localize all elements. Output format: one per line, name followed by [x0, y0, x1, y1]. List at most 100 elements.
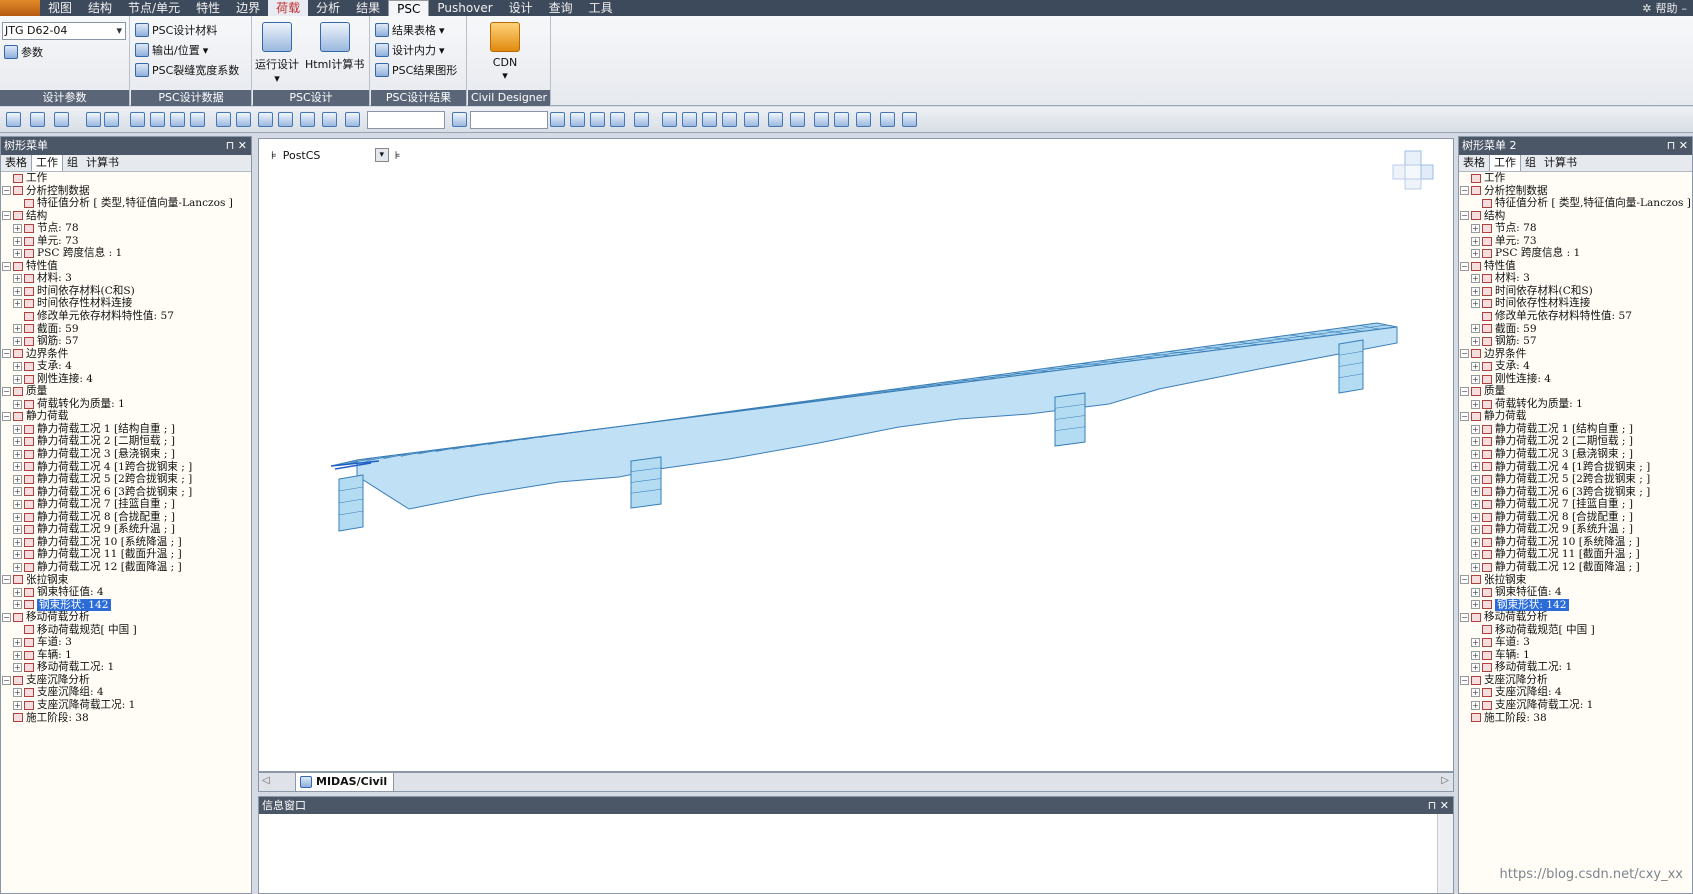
expand-toggle-icon[interactable]: − — [2, 261, 11, 271]
tree-item[interactable]: + 钢筋: 57 — [2, 335, 251, 348]
tree-item[interactable]: 工作 — [2, 172, 251, 185]
psc-material-button[interactable]: PSC设计材料 — [135, 21, 217, 39]
tree-item[interactable]: + 静力荷载工况 7 [挂篮自重 ; ] — [1460, 498, 1692, 511]
tree-item[interactable]: 修改单元依存材料特性值: 57 — [2, 310, 251, 323]
tree-item[interactable]: − 质量 — [1460, 385, 1692, 398]
tree-item[interactable]: + 静力荷载工况 2 [二期恒载 ; ] — [1460, 435, 1692, 448]
panel-tab[interactable]: 表格 — [1459, 155, 1489, 171]
tree-item[interactable]: + 移动荷载工况: 1 — [1460, 661, 1692, 674]
tree-item[interactable]: + 静力荷载工况 7 [挂篮自重 ; ] — [2, 498, 251, 511]
toolbar-select-2[interactable] — [470, 111, 548, 129]
toolbar-button-icon[interactable] — [662, 112, 677, 127]
tree-item[interactable]: + 刚性连接: 4 — [1460, 373, 1692, 386]
expand-toggle-icon[interactable]: + — [1471, 600, 1480, 610]
expand-toggle-icon[interactable]: + — [13, 449, 22, 459]
code-select[interactable]: JTG D62-04 — [2, 22, 126, 40]
toolbar-button-icon[interactable] — [54, 112, 69, 127]
expand-toggle-icon[interactable]: + — [1471, 236, 1480, 246]
tree-item[interactable]: + 钢筋: 57 — [1460, 335, 1692, 348]
tree-item[interactable]: − 特性值 — [1460, 260, 1692, 273]
tree-item[interactable]: + 静力荷载工况 9 [系统升温 ; ] — [1460, 523, 1692, 536]
panel-tab[interactable]: 工作 — [1489, 154, 1521, 171]
toolbar-button-icon[interactable] — [744, 112, 759, 127]
toolbar-button-icon[interactable] — [902, 112, 917, 127]
tree-item[interactable]: + 支座沉降荷载工况: 1 — [1460, 699, 1692, 712]
tree-item[interactable]: 施工阶段: 38 — [1460, 712, 1692, 725]
toolbar-button-icon[interactable] — [258, 112, 273, 127]
toolbar-button-icon[interactable] — [6, 112, 21, 127]
expand-toggle-icon[interactable]: + — [13, 562, 22, 572]
toolbar-button-icon[interactable] — [856, 112, 871, 127]
model-viewport[interactable]: ⊧ PostCS ▾ ⊧ — [258, 138, 1454, 772]
expand-toggle-icon[interactable]: + — [1471, 361, 1480, 371]
tree-item[interactable]: + PSC 跨度信息 : 1 — [2, 247, 251, 260]
expand-toggle-icon[interactable]: − — [2, 387, 11, 397]
toolbar-select-1[interactable] — [367, 111, 445, 129]
expand-toggle-icon[interactable]: − — [1460, 575, 1469, 585]
expand-toggle-icon[interactable]: + — [1471, 562, 1480, 572]
minimize-icon[interactable]: – — [1682, 2, 1688, 15]
toolbar-button-icon[interactable] — [104, 112, 119, 127]
expand-toggle-icon[interactable]: − — [2, 612, 11, 622]
expand-toggle-icon[interactable]: + — [1471, 462, 1480, 472]
expand-toggle-icon[interactable]: + — [1471, 487, 1480, 497]
doc-tab-midas[interactable]: MIDAS/Civil — [295, 773, 395, 792]
toolbar-button-icon[interactable] — [790, 112, 805, 127]
tree-item[interactable]: + 钢束特征值: 4 — [2, 586, 251, 599]
expand-toggle-icon[interactable]: − — [2, 186, 11, 196]
toolbar-button-icon[interactable] — [300, 112, 315, 127]
params-button[interactable]: 参数 — [4, 43, 43, 61]
expand-toggle-icon[interactable]: − — [1460, 612, 1469, 622]
tree-item[interactable]: + 车道: 3 — [1460, 636, 1692, 649]
expand-toggle-icon[interactable]: + — [13, 274, 22, 284]
expand-toggle-icon[interactable]: + — [13, 474, 22, 484]
expand-toggle-icon[interactable]: + — [1471, 537, 1480, 547]
menu-item[interactable]: 分析 — [308, 0, 348, 17]
tree-item[interactable]: − 移动荷载分析 — [1460, 611, 1692, 624]
menu-item[interactable]: 结果 — [348, 0, 388, 17]
expand-toggle-icon[interactable]: + — [13, 361, 22, 371]
expand-toggle-icon[interactable]: − — [1460, 211, 1469, 221]
app-logo[interactable] — [0, 0, 40, 16]
menu-item[interactable]: 荷载 — [268, 0, 309, 17]
expand-toggle-icon[interactable]: + — [13, 512, 22, 522]
tree-item[interactable]: + 静力荷载工况 1 [结构自重 ; ] — [1460, 423, 1692, 436]
tree-item[interactable]: + 钢束形状: 142 — [1460, 598, 1692, 612]
tree-item[interactable]: − 结构 — [2, 210, 251, 223]
tree-item[interactable]: − 质量 — [2, 385, 251, 398]
expand-toggle-icon[interactable]: + — [1471, 587, 1480, 597]
toolbar-button-icon[interactable] — [834, 112, 849, 127]
menu-item[interactable]: 边界 — [228, 0, 268, 17]
expand-toggle-icon[interactable]: + — [13, 487, 22, 497]
expand-toggle-icon[interactable]: + — [1471, 424, 1480, 434]
expand-toggle-icon[interactable]: + — [13, 587, 22, 597]
menu-item[interactable]: 设计 — [501, 0, 541, 17]
tree-item[interactable]: + 静力荷载工况 5 [2跨合拢钢束 ; ] — [2, 473, 251, 486]
expand-toggle-icon[interactable]: + — [1471, 700, 1480, 710]
toolbar-button-icon[interactable] — [814, 112, 829, 127]
toolbar-button-icon[interactable] — [722, 112, 737, 127]
tree-item[interactable]: + 支承: 4 — [1460, 360, 1692, 373]
toolbar-button-icon[interactable] — [30, 112, 45, 127]
panel-tab[interactable]: 计算书 — [82, 155, 123, 171]
tree-item[interactable]: + 静力荷载工况 5 [2跨合拢钢束 ; ] — [1460, 473, 1692, 486]
expand-toggle-icon[interactable]: + — [1471, 474, 1480, 484]
toolbar-button-icon[interactable] — [278, 112, 293, 127]
tree-item[interactable]: + 时间依存材料(C和S) — [2, 285, 251, 298]
expand-toggle-icon[interactable]: − — [2, 675, 11, 685]
tree-item[interactable]: + 截面: 59 — [2, 323, 251, 336]
tree-item[interactable]: − 张拉钢束 — [2, 574, 251, 587]
expand-toggle-icon[interactable]: + — [1471, 525, 1480, 535]
scroll-left-icon[interactable]: ◁ — [262, 775, 270, 786]
toolbar-button-icon[interactable] — [236, 112, 251, 127]
expand-toggle-icon[interactable]: + — [13, 462, 22, 472]
menu-item[interactable]: 视图 — [40, 0, 80, 17]
expand-toggle-icon[interactable]: + — [13, 399, 22, 409]
expand-toggle-icon[interactable]: − — [2, 412, 11, 422]
menu-item[interactable]: 结构 — [80, 0, 120, 17]
expand-toggle-icon[interactable]: − — [2, 575, 11, 585]
gear-icon[interactable]: ✲ — [1642, 2, 1651, 15]
tree-item[interactable]: + 静力荷载工况 6 [3跨合拢钢束 ; ] — [2, 486, 251, 499]
toolbar-button-icon[interactable] — [880, 112, 895, 127]
expand-toggle-icon[interactable]: − — [2, 211, 11, 221]
